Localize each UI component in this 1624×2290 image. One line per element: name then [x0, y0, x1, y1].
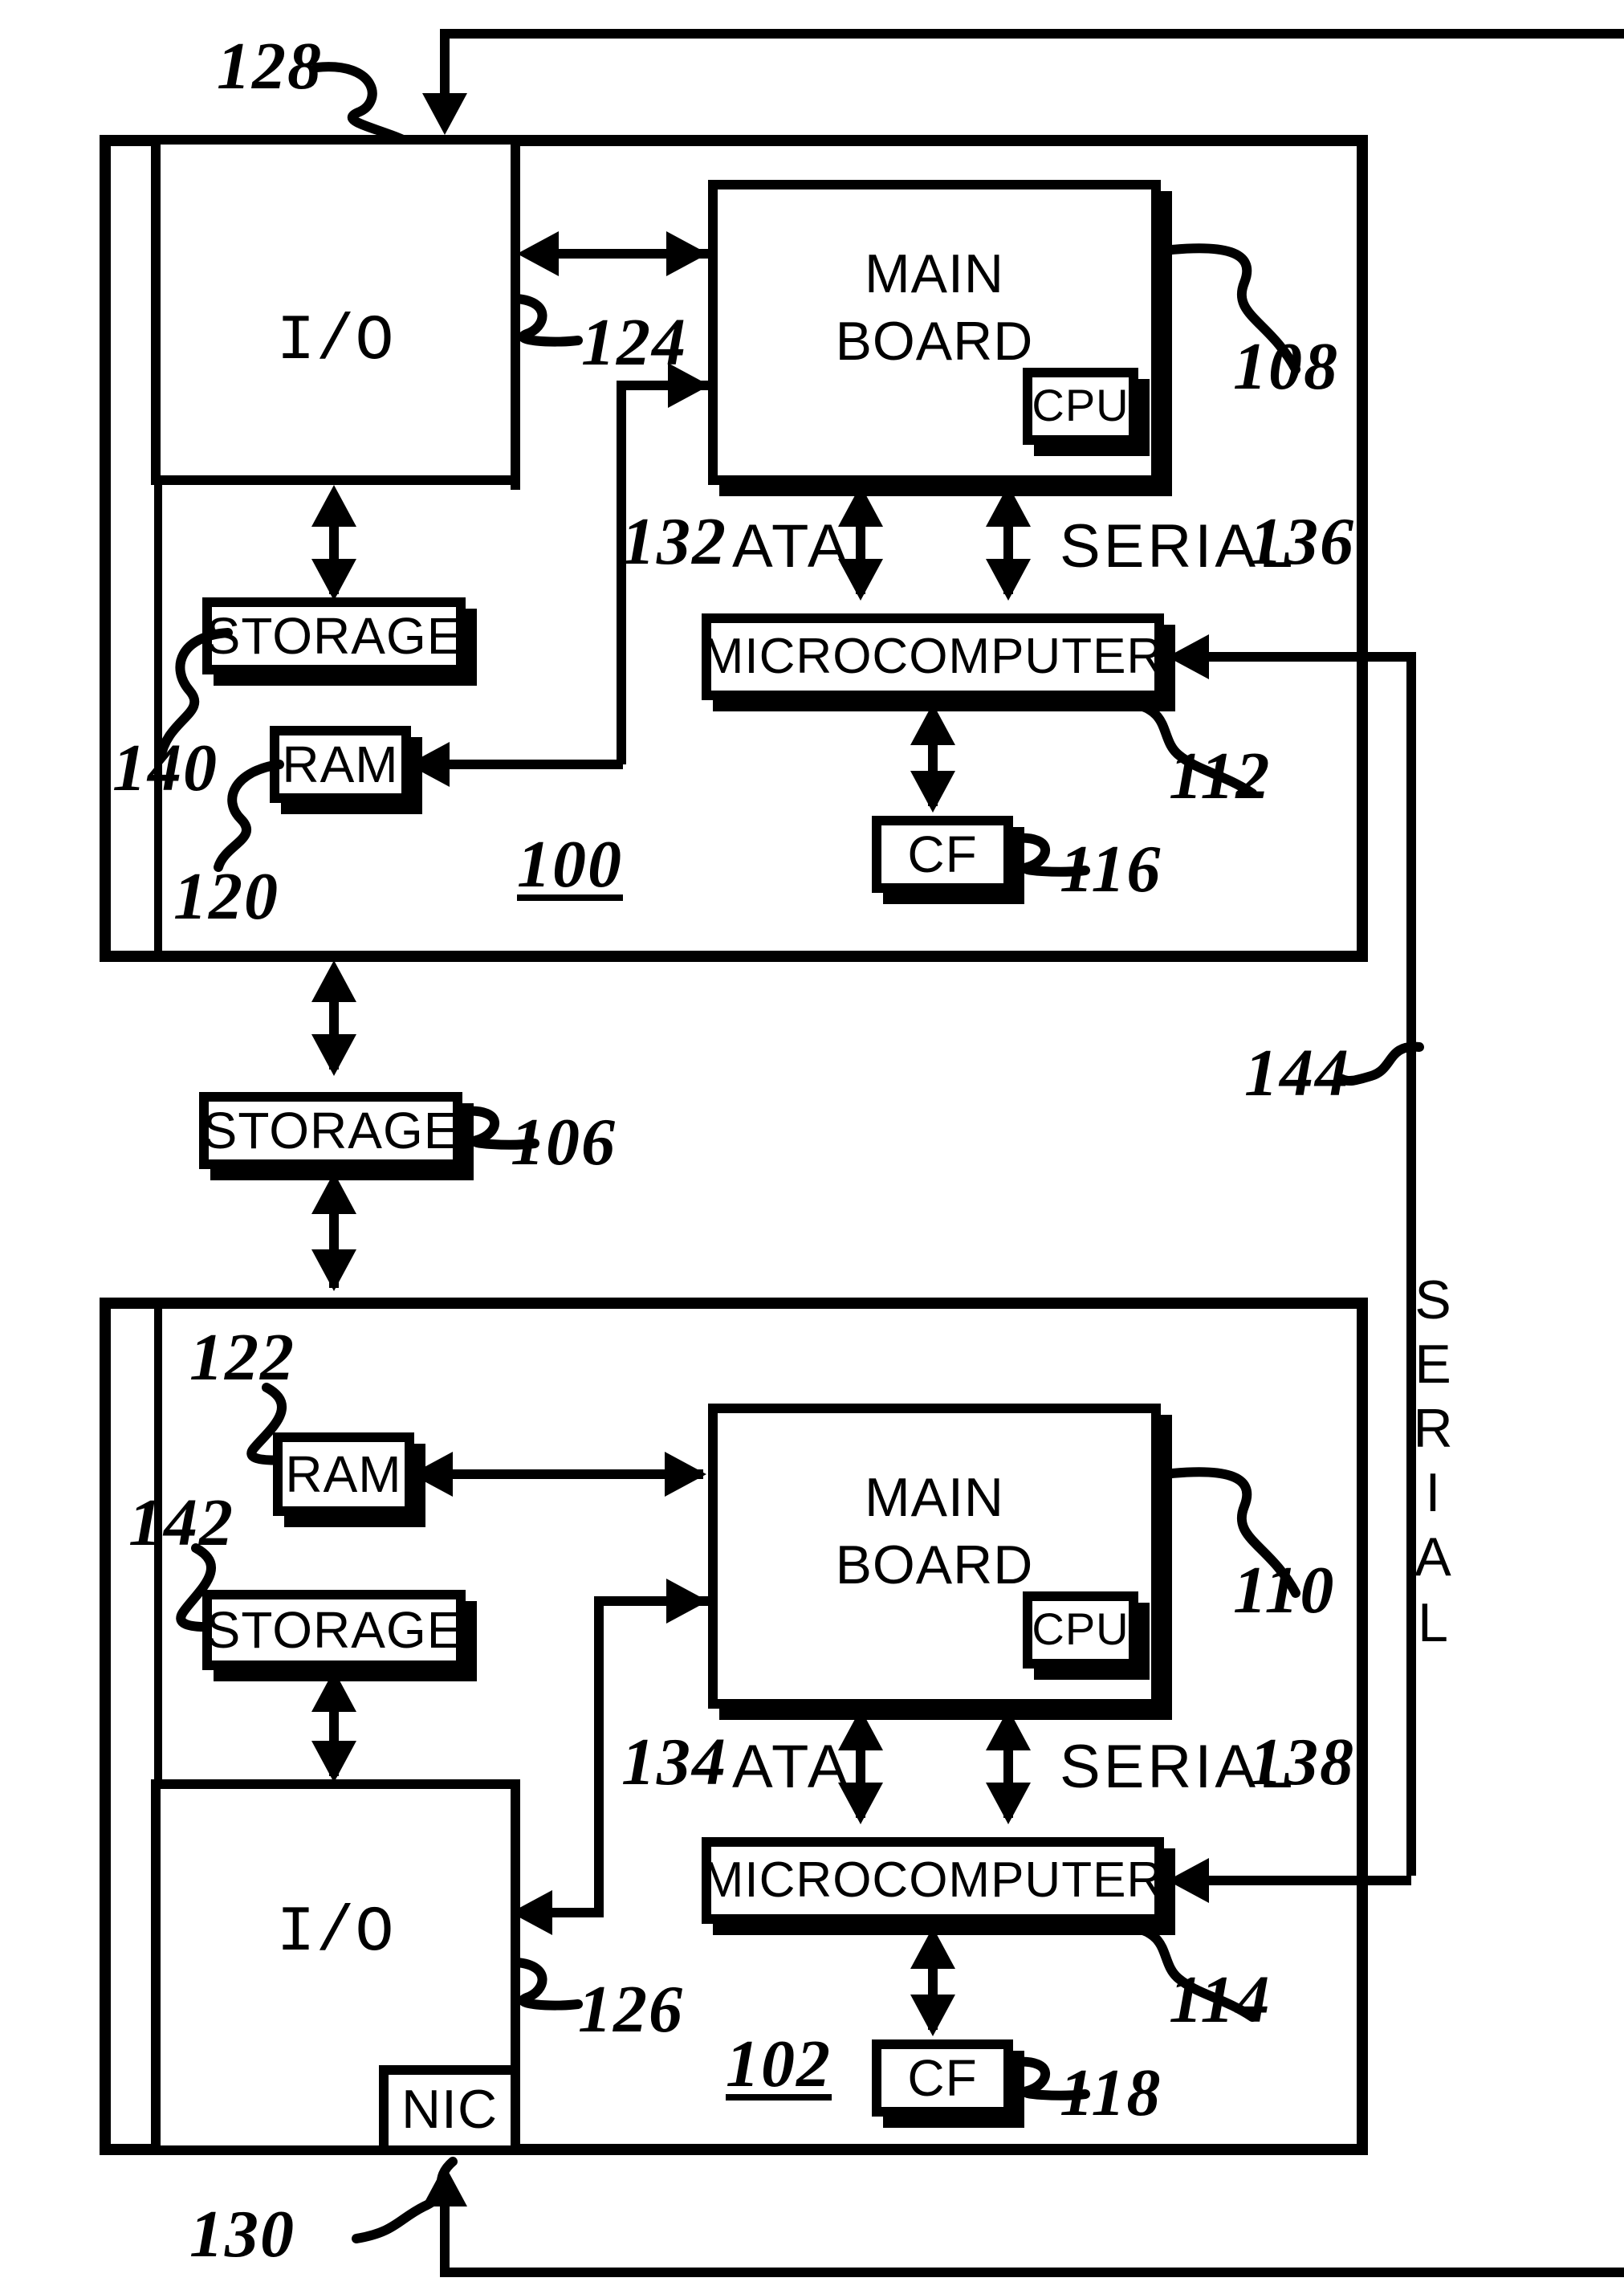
upper-ram-box[interactable]: RAM	[270, 726, 411, 803]
upper-storage-box[interactable]: STORAGE	[202, 597, 466, 674]
upper-bus-arrow-right	[666, 231, 708, 276]
upper-main-board-label-line2: BOARD	[835, 312, 1034, 373]
lower-cpu-box[interactable]: CPU	[1023, 1591, 1138, 1669]
ref-116: 116	[1060, 833, 1162, 907]
upper-ram-label: RAM	[282, 735, 399, 793]
ref-128: 128	[217, 31, 323, 104]
upper-io-box[interactable]: I/O	[151, 135, 520, 485]
ref-106: 106	[511, 1106, 617, 1180]
upper-ata-label: ATA	[732, 514, 852, 581]
lower-serial-arrow-up	[986, 1709, 1031, 1750]
ref-144-leader-line	[1337, 1041, 1424, 1086]
ref-132: 132	[621, 506, 727, 580]
upper-nic-network-top-run	[440, 29, 1624, 39]
lower-io-label: I/O	[276, 1897, 395, 1970]
lower-nic-label: NIC	[401, 2079, 499, 2140]
ref-138: 138	[1249, 1726, 1355, 1800]
upper-ram-feed-arrowhead	[408, 742, 450, 787]
lower-microcomputer-serial-line	[1206, 1876, 1411, 1885]
ref-136: 136	[1249, 506, 1355, 580]
patent-figure-page: NIC 128 I/O MAIN BOARD CPU 108 124 STORA…	[0, 0, 1624, 2290]
ref-134: 134	[621, 1726, 727, 1800]
lower-ram-feed-arrowhead	[411, 1452, 453, 1497]
lower-microcomputer-serial-arrowhead	[1167, 1858, 1209, 1903]
upper-ata-arrow-up	[838, 485, 883, 527]
ref-112: 112	[1169, 740, 1272, 814]
lower-io-board-h2	[546, 1908, 604, 1917]
lower-microcomputer-box[interactable]: MICROCOMPUTER	[702, 1837, 1164, 1924]
figure-scale-wrapper: NIC 128 I/O MAIN BOARD CPU 108 124 STORA…	[0, 0, 1624, 2290]
upper-microcomputer-serial-arrowhead	[1167, 634, 1209, 679]
shared-storage-arrow-up-bottom	[311, 1172, 356, 1214]
lower-storage-label: STORAGE	[206, 1600, 462, 1658]
upper-cf-arrow-up	[910, 703, 955, 745]
lower-ram-board-arrowhead	[665, 1452, 706, 1497]
lower-cf-arrow-down	[910, 1995, 955, 2036]
shared-storage-label: STORAGE	[202, 1101, 459, 1159]
lower-ram-box[interactable]: RAM	[273, 1432, 414, 1516]
lower-main-board-label-line2: BOARD	[835, 1535, 1034, 1596]
ref-114: 114	[1169, 1964, 1272, 2038]
lower-main-board-label-line1: MAIN	[865, 1467, 1004, 1528]
upper-cpu-label: CPU	[1032, 381, 1129, 430]
lower-io-board-v	[594, 1596, 604, 1917]
ref-144: 144	[1244, 1037, 1350, 1111]
upper-storage-label: STORAGE	[206, 606, 462, 664]
network-to-upper-nic-drop	[440, 29, 450, 103]
shared-storage-arrow-up-top	[311, 960, 356, 1002]
upper-cf-label: CF	[907, 825, 978, 882]
lower-ram-label: RAM	[285, 1444, 402, 1502]
lower-nic-network-bottom-run	[440, 2268, 1624, 2277]
ref-140: 140	[112, 732, 218, 806]
lower-io-right-rail	[511, 1779, 520, 2072]
upper-nic-arrowhead	[422, 93, 467, 135]
lower-serial-arrow-down	[986, 1783, 1031, 1824]
lower-ata-arrow-down	[838, 1783, 883, 1824]
ref-126: 126	[578, 1974, 684, 2048]
upper-microcomputer-label: MICROCOMPUTER	[702, 628, 1164, 684]
ref-120: 120	[173, 861, 279, 935]
lower-storage-io-arrow-up	[311, 1670, 356, 1712]
ref-130: 130	[189, 2198, 295, 2272]
upper-io-storage-arrow-up	[311, 485, 356, 527]
lower-cf-label: CF	[907, 2048, 978, 2106]
lower-microcomputer-label: MICROCOMPUTER	[702, 1852, 1164, 1908]
lower-ata-arrow-up	[838, 1709, 883, 1750]
upper-cf-arrow-down	[910, 771, 955, 813]
serial-bus-144-vertical	[1406, 652, 1416, 1876]
upper-bus-arrow-left	[517, 231, 559, 276]
upper-io-label: I/O	[276, 306, 395, 378]
lower-io-board-arrowhead-right	[666, 1579, 708, 1624]
serial-bus-144-label: SERIAL	[1413, 1270, 1455, 1654]
upper-microcomputer-serial-line	[1206, 652, 1411, 662]
shared-storage-box[interactable]: STORAGE	[199, 1092, 462, 1169]
upper-serial-arrow-up	[986, 485, 1031, 527]
upper-ram-board-arrowhead	[668, 363, 710, 408]
lower-ata-label: ATA	[732, 1734, 852, 1802]
upper-ata-arrow-down	[838, 559, 883, 601]
lower-cf-arrow-up	[910, 1927, 955, 1969]
ref-102: 102	[726, 2028, 832, 2102]
lower-storage-io-arrow-down	[311, 1741, 356, 1783]
ref-120-leader-line	[214, 760, 284, 872]
lower-cpu-label: CPU	[1032, 1604, 1129, 1654]
upper-microcomputer-box[interactable]: MICROCOMPUTER	[702, 613, 1164, 700]
shared-storage-arrow-down-bottom	[311, 1249, 356, 1291]
lower-nic-arrowhead	[422, 2165, 467, 2206]
ref-118: 118	[1060, 2057, 1162, 2131]
upper-main-board-label-line1: MAIN	[865, 243, 1004, 304]
upper-cpu-box[interactable]: CPU	[1023, 368, 1138, 445]
lower-nic-box[interactable]: NIC	[379, 2065, 520, 2155]
shared-storage-arrow-down-top	[311, 1034, 356, 1076]
ref-110: 110	[1233, 1555, 1336, 1628]
ref-108: 108	[1233, 331, 1339, 405]
ref-100: 100	[517, 829, 623, 903]
upper-serial-arrow-down	[986, 559, 1031, 601]
lower-cf-box[interactable]: CF	[872, 2039, 1013, 2117]
lower-nic-riser	[440, 2203, 450, 2277]
upper-ram-feed-line	[446, 760, 623, 769]
lower-storage-box[interactable]: STORAGE	[202, 1590, 466, 1670]
upper-io-storage-arrow-down	[311, 559, 356, 601]
upper-cf-box[interactable]: CF	[872, 816, 1013, 893]
